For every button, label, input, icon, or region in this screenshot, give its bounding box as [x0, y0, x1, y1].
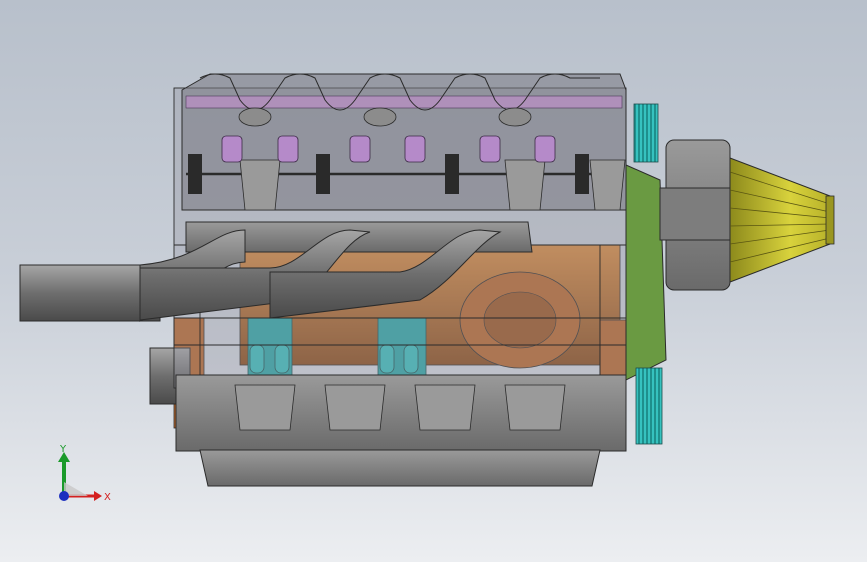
y-axis-label: Y	[59, 444, 67, 455]
x-axis-label: X	[104, 492, 111, 503]
oil-pan[interactable]	[175, 374, 627, 487]
air-filter[interactable]	[729, 157, 835, 283]
flywheel-ring-gear	[635, 367, 663, 445]
x-axis-head	[94, 491, 102, 501]
turbo-housing[interactable]	[659, 139, 735, 291]
valve-cover[interactable]	[181, 73, 627, 211]
z-axis-dot	[59, 491, 69, 501]
timing-gear-upper	[633, 103, 659, 163]
graphics-viewport[interactable]: Y X	[0, 0, 867, 562]
axis-triad: Y X	[58, 444, 111, 503]
engine-model[interactable]	[0, 0, 867, 562]
